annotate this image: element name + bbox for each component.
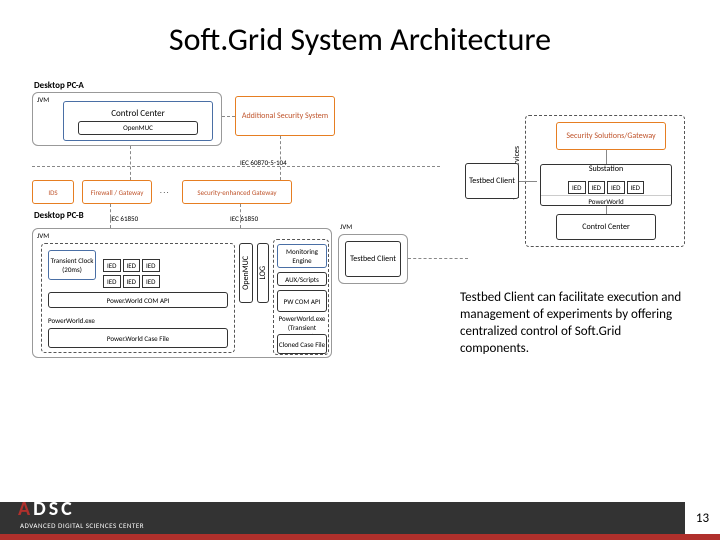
logo-subtitle: ADVANCED DIGITAL SCIENCES CENTER — [20, 521, 144, 530]
ied-box: IED — [627, 181, 645, 194]
iec61850-b-label: IEC 61850 — [230, 214, 258, 223]
architecture-diagram: Desktop PC-A JVM Control Center OpenMUC … — [30, 80, 450, 450]
ied-box: IED — [142, 275, 160, 288]
dots-label: . . . — [160, 186, 168, 195]
page-number: 13 — [685, 502, 720, 534]
substation-box: Substation — [589, 164, 623, 174]
openmuc-vertical: OpenMUC — [241, 256, 251, 290]
jvm-label-b: JVM — [37, 231, 49, 240]
sec-gateway-box: Security-enhanced Gateway — [197, 188, 276, 197]
pw-case-box: Power.World Case File — [107, 334, 169, 343]
control-center-box: Control Center — [111, 108, 165, 119]
right-cluster: Testbed Services Security Solutions/Gate… — [465, 115, 700, 270]
ied-box: IED — [103, 275, 121, 288]
page-title: Soft.Grid System Architecture — [0, 0, 720, 59]
additional-security-box: Additional Security System — [242, 111, 328, 121]
firewall-box: Firewall / Gateway — [91, 188, 144, 197]
control-center-2-box: Control Center — [582, 222, 630, 232]
ids-box: IDS — [48, 188, 57, 197]
pw-exe-label: PowerWorld.exe — [48, 316, 95, 325]
desktop-a-label: Desktop PC-A — [34, 80, 84, 91]
jvm-label-c: JVM — [340, 222, 352, 231]
pw-com-api-box: PW COM API — [284, 297, 321, 306]
cloned-case-box: Cloned Case File — [279, 340, 325, 349]
iec61850-a-label: IEC 61850 — [110, 214, 138, 223]
caption-text: Testbed Client can facilitate execution … — [460, 290, 690, 358]
testbed-client-box: Testbed Client — [350, 254, 396, 264]
monitoring-engine-box: Monitoring Engine — [278, 247, 326, 265]
ied-box: IED — [568, 181, 586, 194]
logo-a: A — [18, 497, 33, 521]
ied-box: IED — [607, 181, 625, 194]
pw-com-api-bar: Power.World COM API — [107, 296, 170, 305]
ied-box: IED — [588, 181, 606, 194]
aux-scripts-box: AUX/Scripts — [285, 275, 319, 284]
powerworld-label: PowerWorld — [541, 195, 671, 206]
jvm-label-a: JVM — [37, 95, 49, 104]
testbed-client-right: Testbed Client — [469, 176, 515, 186]
log-vertical: LOG — [258, 266, 268, 280]
openmuc-box: OpenMUC — [123, 123, 153, 132]
security-solutions-box: Security Solutions/Gateway — [566, 131, 655, 141]
footer: ADSC ADVANCED DIGITAL SCIENCES CENTER 13 — [0, 502, 720, 540]
ied-box: IED — [123, 275, 141, 288]
logo: ADSC ADVANCED DIGITAL SCIENCES CENTER — [18, 497, 144, 530]
desktop-b-label: Desktop PC-B — [34, 210, 84, 221]
transient-clock-box: Transient Clock (20ms) — [49, 256, 95, 274]
